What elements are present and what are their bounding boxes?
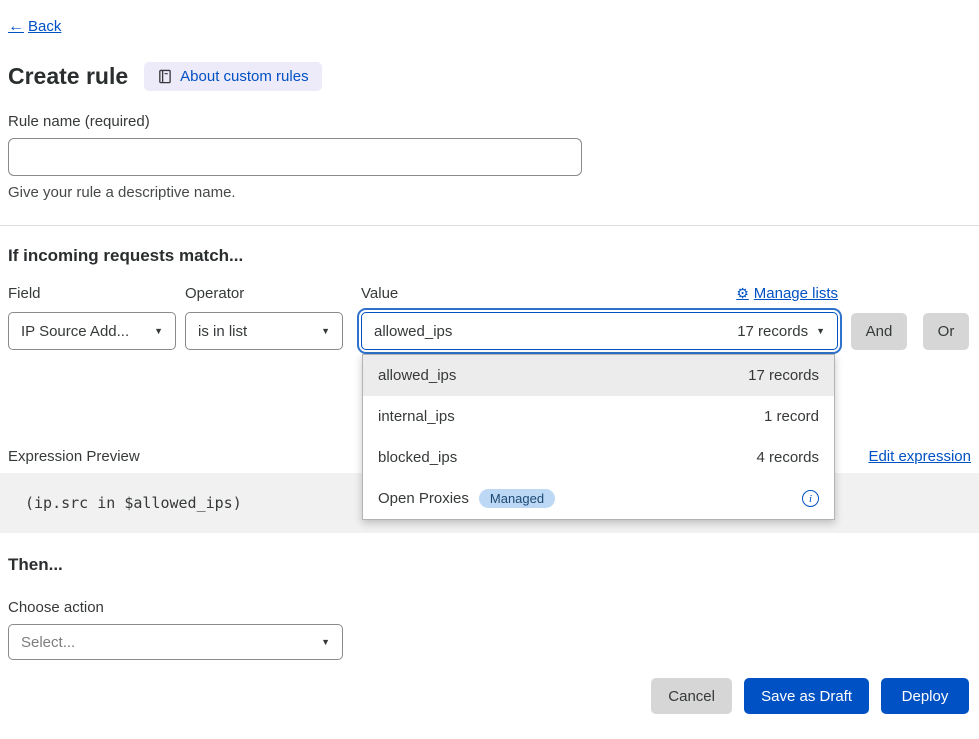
list-option-name: allowed_ips bbox=[378, 367, 456, 384]
expression-code: (ip.src in $allowed_ips) bbox=[25, 494, 242, 512]
value-label-row: Value ⚙ Manage lists bbox=[361, 284, 838, 302]
value-column: Value ⚙ Manage lists allowed_ips 17 reco… bbox=[361, 284, 838, 350]
rule-name-help: Give your rule a descriptive name. bbox=[8, 184, 971, 201]
manage-lists-link[interactable]: ⚙ Manage lists bbox=[736, 285, 838, 302]
match-heading: If incoming requests match... bbox=[8, 246, 971, 266]
about-custom-rules-label: About custom rules bbox=[180, 68, 308, 85]
back-row: ←Back bbox=[0, 18, 979, 36]
and-or-group: And Or bbox=[851, 313, 969, 350]
chevron-down-icon: ▼ bbox=[816, 326, 825, 336]
list-dropdown: allowed_ips 17 records internal_ips 1 re… bbox=[362, 354, 835, 520]
rule-name-section: Rule name (required) Give your rule a de… bbox=[0, 113, 979, 201]
and-button[interactable]: And bbox=[851, 313, 907, 350]
expression-preview-label: Expression Preview bbox=[8, 448, 140, 465]
match-controls: Field IP Source Add... ▼ Operator is in … bbox=[8, 284, 971, 350]
list-option-allowed-ips[interactable]: allowed_ips 17 records bbox=[363, 355, 834, 396]
operator-column: Operator is in list ▼ bbox=[185, 284, 343, 350]
operator-label: Operator bbox=[185, 284, 343, 302]
then-section: Then... Choose action Select... ▼ bbox=[0, 555, 979, 660]
back-arrow-icon: ← bbox=[8, 18, 24, 35]
list-option-name: Open Proxies bbox=[378, 490, 469, 507]
or-button[interactable]: Or bbox=[923, 313, 969, 350]
action-select-placeholder: Select... bbox=[21, 634, 75, 651]
value-label: Value bbox=[361, 285, 398, 302]
manage-lists-label: Manage lists bbox=[754, 285, 838, 302]
chevron-down-icon: ▼ bbox=[321, 637, 330, 647]
create-rule-page: ←Back Create rule About custom rules Rul… bbox=[0, 0, 979, 739]
field-select-value: IP Source Add... bbox=[21, 323, 129, 340]
about-custom-rules-link[interactable]: About custom rules bbox=[144, 62, 321, 91]
list-option-internal-ips[interactable]: internal_ips 1 record bbox=[363, 396, 834, 437]
edit-expression-link[interactable]: Edit expression bbox=[868, 448, 971, 465]
title-row: Create rule About custom rules bbox=[0, 62, 979, 91]
action-select[interactable]: Select... ▼ bbox=[8, 624, 343, 660]
managed-badge: Managed bbox=[479, 489, 555, 508]
list-option-meta: 17 records bbox=[748, 367, 819, 384]
list-option-meta: 1 record bbox=[764, 408, 819, 425]
rule-name-input[interactable] bbox=[8, 138, 582, 176]
value-select[interactable]: allowed_ips 17 records ▼ bbox=[361, 312, 838, 350]
field-label: Field bbox=[8, 284, 176, 302]
operator-select-value: is in list bbox=[198, 323, 247, 340]
value-select-value: allowed_ips bbox=[374, 323, 452, 340]
rule-name-label: Rule name (required) bbox=[8, 113, 971, 130]
section-divider bbox=[0, 225, 979, 226]
book-icon bbox=[157, 69, 172, 84]
back-link[interactable]: ←Back bbox=[8, 18, 61, 36]
value-select-records: 17 records bbox=[737, 323, 808, 340]
cancel-button[interactable]: Cancel bbox=[651, 678, 732, 714]
field-select[interactable]: IP Source Add... ▼ bbox=[8, 312, 176, 350]
chevron-down-icon: ▼ bbox=[154, 326, 163, 336]
save-as-draft-button[interactable]: Save as Draft bbox=[744, 678, 869, 714]
list-option-meta: 4 records bbox=[756, 449, 819, 466]
then-heading: Then... bbox=[8, 555, 971, 575]
field-column: Field IP Source Add... ▼ bbox=[8, 284, 176, 350]
deploy-button[interactable]: Deploy bbox=[881, 678, 969, 714]
footer-actions: Cancel Save as Draft Deploy bbox=[0, 678, 979, 714]
chevron-down-icon: ▼ bbox=[321, 326, 330, 336]
operator-select[interactable]: is in list ▼ bbox=[185, 312, 343, 350]
info-icon[interactable]: i bbox=[802, 490, 819, 507]
match-section: If incoming requests match... Field IP S… bbox=[0, 246, 979, 350]
list-option-name: internal_ips bbox=[378, 408, 455, 425]
back-label: Back bbox=[28, 18, 61, 35]
list-option-name: blocked_ips bbox=[378, 449, 457, 466]
choose-action-label: Choose action bbox=[8, 599, 971, 616]
list-option-blocked-ips[interactable]: blocked_ips 4 records bbox=[363, 437, 834, 478]
page-title: Create rule bbox=[8, 63, 128, 90]
gear-icon: ⚙ bbox=[736, 285, 749, 302]
list-option-open-proxies[interactable]: Open Proxies Managed i bbox=[363, 478, 834, 519]
